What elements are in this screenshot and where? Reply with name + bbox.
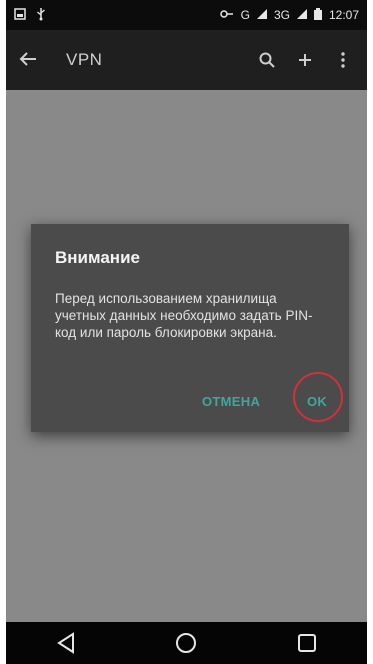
- dialog-title: Внимание: [55, 248, 140, 267]
- page-title: VPN: [66, 50, 103, 69]
- app-toolbar: VPN: [6, 30, 367, 90]
- usb-icon: [36, 7, 46, 24]
- back-triangle-icon[interactable]: [46, 623, 86, 663]
- more-vert-icon[interactable]: [333, 48, 353, 72]
- search-icon[interactable]: [257, 48, 277, 72]
- add-icon[interactable]: [295, 48, 315, 72]
- phone-screen: G 3G 12:07 VPN Внимание Перед использова…: [6, 0, 367, 664]
- picture-notification-icon: [14, 7, 26, 23]
- vpn-key-icon: [219, 8, 234, 23]
- home-circle-icon[interactable]: [166, 623, 206, 663]
- alert-dialog: Внимание Перед использованием хранилища …: [31, 224, 349, 432]
- ok-button[interactable]: OK: [307, 394, 327, 409]
- back-arrow-icon[interactable]: [6, 47, 50, 73]
- data-type-label: 3G: [273, 8, 290, 22]
- navigation-bar: [6, 622, 367, 664]
- signal-icon: [296, 8, 307, 22]
- cancel-button[interactable]: ОТМЕНА: [202, 394, 260, 409]
- recents-square-icon[interactable]: [287, 623, 327, 663]
- clock: 12:07: [328, 8, 359, 22]
- dialog-message: Перед использованием хранилища учетных д…: [55, 291, 313, 340]
- battery-icon: [313, 7, 322, 23]
- network-type-label: G: [240, 8, 250, 22]
- signal-icon: [256, 8, 267, 22]
- status-bar: G 3G 12:07: [6, 0, 367, 30]
